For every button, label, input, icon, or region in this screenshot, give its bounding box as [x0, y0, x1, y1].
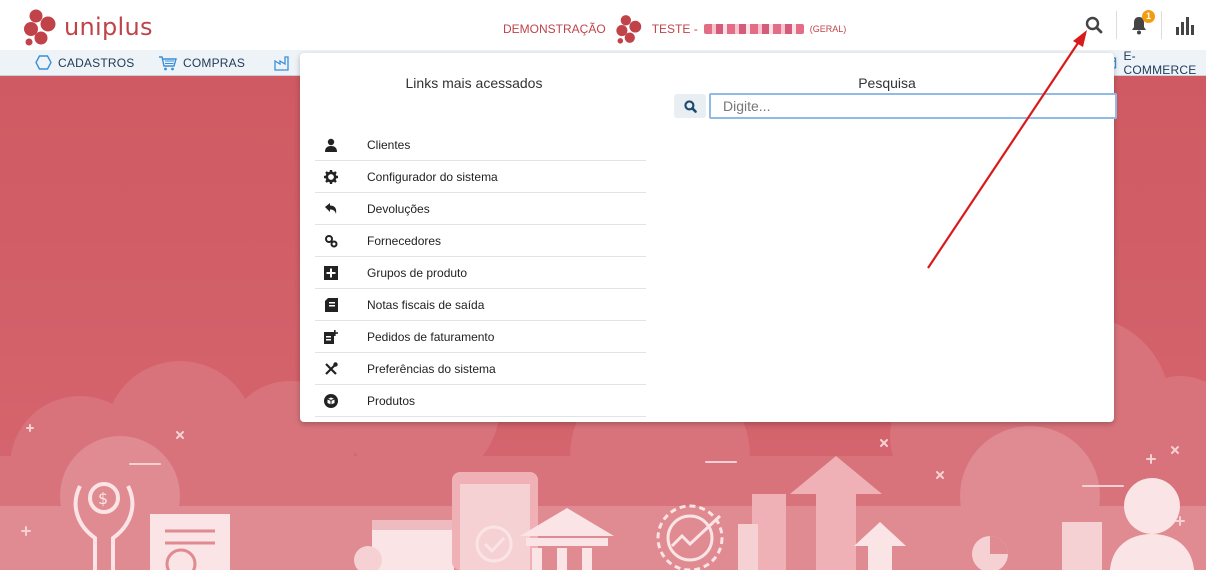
company-label: DEMONSTRAÇÃO [503, 22, 606, 36]
app-logo[interactable]: uniplus [22, 8, 153, 46]
gears-icon [325, 234, 338, 247]
list-item[interactable]: Fornecedores [315, 225, 646, 257]
notification-badge: 1 [1142, 10, 1155, 23]
logo-text: uniplus [64, 13, 153, 41]
box-icon [324, 393, 338, 408]
search-icon [1085, 16, 1103, 34]
hexagon-icon [35, 55, 52, 70]
list-item[interactable]: Clientes [315, 129, 646, 161]
menu-item-label: E-COMMERCE [1123, 48, 1197, 77]
list-item[interactable]: Produtos [315, 385, 646, 417]
list-item-label: Grupos de produto [367, 265, 468, 280]
search-submit-button[interactable] [674, 94, 706, 118]
order-add-icon [324, 329, 338, 344]
search-input[interactable] [709, 93, 1117, 119]
search-section-title: Pesquisa [858, 75, 916, 91]
top-actions: 1 [1072, 0, 1206, 50]
list-item[interactable]: Configurador do sistema [315, 161, 646, 193]
links-section-title: Links mais acessados [405, 75, 543, 91]
list-item-label: Produtos [367, 393, 416, 408]
popup-content: Links mais acessados Pesquisa Clientes C… [308, 59, 1117, 417]
top-bar: uniplus DEMONSTRAÇÃO TESTE - (GERAL) 1 [0, 0, 1206, 51]
menu-item-label: COMPRAS [183, 55, 246, 70]
search-button[interactable] [1072, 0, 1116, 50]
redacted-user-name [703, 24, 804, 34]
menu-item-producao[interactable] [274, 50, 294, 75]
plus-square-icon [324, 265, 338, 280]
menu-item-cadastros[interactable]: CADASTROS [35, 50, 134, 75]
notifications-button[interactable]: 1 [1117, 0, 1161, 50]
bar-chart-icon [1176, 17, 1194, 35]
list-item[interactable]: Notas fiscais de saída [315, 289, 646, 321]
list-item[interactable]: Grupos de produto [315, 257, 646, 289]
reports-button[interactable] [1162, 0, 1206, 50]
company-info: DEMONSTRAÇÃO TESTE - (GERAL) [503, 14, 846, 44]
search-row [674, 93, 1117, 119]
svg-text:$: $ [98, 489, 108, 508]
links-list: Clientes Configurador do sistema Devoluç… [315, 129, 646, 417]
branch-label: (GERAL) [809, 24, 847, 34]
tools-icon [325, 361, 338, 375]
invoice-icon [324, 297, 338, 312]
user-prefix: TESTE - [651, 22, 698, 36]
list-item-label: Fornecedores [367, 233, 442, 248]
list-item-label: Clientes [367, 137, 411, 152]
undo-icon [325, 202, 337, 214]
menu-item-label: CADASTROS [58, 55, 135, 70]
factory-icon [274, 55, 289, 71]
company-logo-icon [616, 15, 641, 44]
list-item-label: Notas fiscais de saída [367, 297, 485, 312]
cart-icon [159, 55, 177, 70]
list-item-label: Preferências do sistema [367, 361, 496, 376]
list-item[interactable]: Devoluções [315, 193, 646, 225]
list-item-label: Devoluções [367, 201, 430, 216]
list-item-label: Configurador do sistema [367, 169, 498, 184]
search-icon [683, 99, 697, 113]
user-icon [325, 138, 337, 152]
quick-access-popup: Links mais acessados Pesquisa Clientes C… [300, 53, 1117, 422]
uniplus-logo-icon [24, 9, 56, 46]
gear-icon [324, 169, 338, 184]
menu-item-compras[interactable]: COMPRAS [158, 50, 245, 75]
menu-item-ecommerce[interactable]: E-COMMERCE [1102, 48, 1206, 77]
list-item[interactable]: Preferências do sistema [315, 353, 646, 385]
list-item[interactable]: Pedidos de faturamento [315, 321, 646, 353]
list-item-label: Pedidos de faturamento [367, 329, 495, 344]
